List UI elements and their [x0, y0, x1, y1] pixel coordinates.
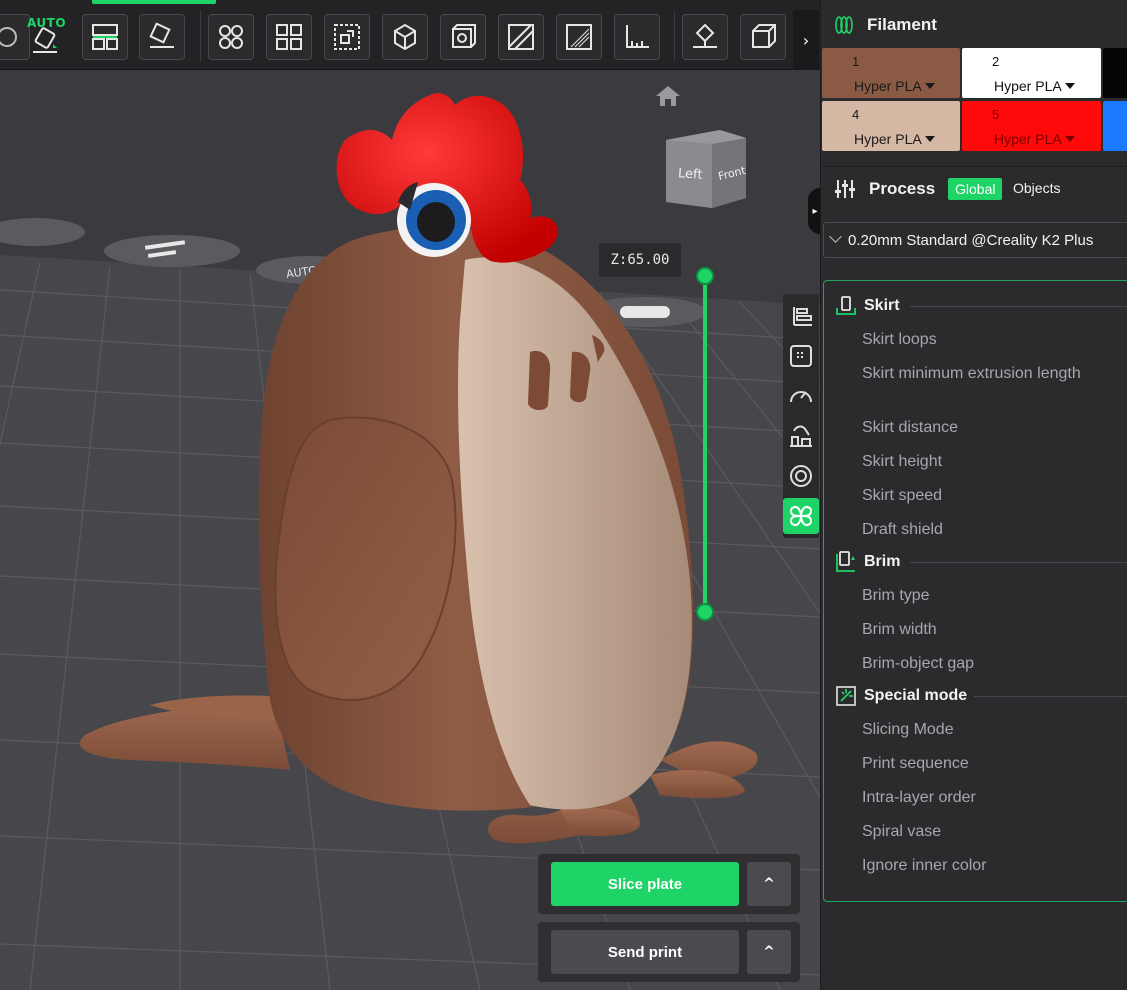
filament-slot-3[interactable]: [1103, 48, 1127, 98]
process-preset-label: 0.20mm Standard @Creality K2 Plus: [848, 231, 1094, 249]
emboss-icon[interactable]: [498, 14, 544, 60]
dropdown-arrow-icon: [1064, 136, 1075, 142]
support-icon[interactable]: [783, 418, 819, 454]
skirt-loops-label: Skirt loops: [862, 331, 937, 348]
top-toolbar: AUTO ›: [0, 0, 820, 70]
send-print-button[interactable]: Send print: [551, 930, 739, 974]
text-cube-icon[interactable]: [740, 14, 786, 60]
skirt-section-header: Skirt: [834, 293, 900, 319]
filament-title: Filament: [867, 15, 937, 34]
auto-orient-icon[interactable]: [22, 20, 68, 60]
process-header: Process Global Objects: [821, 166, 1127, 210]
filament-icon: [835, 16, 853, 34]
cube-left-label: Left: [677, 166, 702, 183]
brim-section-title: Brim: [864, 553, 901, 570]
filament-slot-name: Hyper PLA: [994, 78, 1062, 94]
others-icon[interactable]: [783, 498, 819, 534]
skirt-section-title: Skirt: [864, 297, 900, 314]
scale-box-icon[interactable]: [324, 14, 370, 60]
process-sliders-icon: [835, 180, 855, 198]
tab-global[interactable]: Global: [948, 178, 1003, 200]
brim-width-label: Brim width: [862, 621, 937, 638]
filament-slot-4[interactable]: 4 Hyper PLA: [822, 101, 960, 151]
filament-slot-5[interactable]: 5 Hyper PLA: [962, 101, 1101, 151]
send-options-button[interactable]: ^: [747, 930, 791, 974]
speed-icon[interactable]: [783, 378, 819, 414]
skirt-icon: [836, 296, 856, 315]
brim-icon: [836, 551, 855, 572]
home-view-icon[interactable]: [654, 84, 682, 108]
split-objects-icon[interactable]: [208, 14, 254, 60]
process-preset-dropdown[interactable]: 0.20mm Standard @Creality K2 Plus: [823, 222, 1127, 258]
view-cube[interactable]: Left Front: [660, 126, 752, 212]
dropdown-arrow-icon: [1064, 83, 1075, 89]
filament-slot-name: Hyper PLA: [994, 131, 1062, 147]
layer-slider-bottom-handle[interactable]: [696, 603, 714, 621]
special-mode-icon: [836, 686, 856, 706]
special-mode-section-header: Special mode: [834, 683, 967, 709]
draft-shield-label: Draft shield: [862, 521, 943, 538]
filament-slot-name: Hyper PLA: [854, 131, 922, 147]
skirt-speed-label: Skirt speed: [862, 487, 943, 504]
dropdown-arrow-icon: [924, 136, 935, 142]
section-divider: [910, 306, 1127, 307]
multimaterial-icon[interactable]: [783, 458, 819, 494]
3d-viewport[interactable]: AUTO Left Front Z:65.00 Slice plate ^ Se…: [0, 0, 820, 990]
seam-paint-icon[interactable]: [614, 14, 660, 60]
vertical-toolbar: [783, 294, 819, 538]
spiral-vase-label: Spiral vase: [862, 823, 942, 840]
strength-icon[interactable]: [783, 338, 819, 374]
filament-slot-number: 4: [852, 107, 860, 122]
intra-layer-order-label: Intra-layer order: [862, 789, 976, 806]
slicing-mode-label: Slicing Mode: [862, 721, 954, 738]
filament-slot-2[interactable]: 2 Hyper PLA: [962, 48, 1101, 98]
hollow-box-icon[interactable]: [440, 14, 486, 60]
support-paint-icon[interactable]: [556, 14, 602, 60]
filament-slot-name: Hyper PLA: [854, 78, 922, 94]
settings-list: Skirt Skirt loops Skirt minimum extrusio…: [823, 280, 1127, 902]
layer-slider-track[interactable]: [703, 276, 707, 613]
toolbar-expand-button[interactable]: ›: [793, 10, 819, 70]
print-sequence-label: Print sequence: [862, 755, 969, 772]
ignore-inner-color-label: Ignore inner color: [862, 857, 987, 874]
slice-options-button[interactable]: ^: [747, 862, 791, 906]
split-parts-icon[interactable]: [266, 14, 312, 60]
process-title: Process: [869, 179, 936, 198]
cut-icon[interactable]: [382, 14, 428, 60]
brim-section-header: Brim: [834, 549, 900, 575]
skirt-height-label: Skirt height: [862, 453, 943, 470]
special-mode-section-title: Special mode: [864, 687, 968, 704]
active-tab-indicator: [92, 0, 216, 4]
section-divider: [974, 696, 1127, 697]
settings-panel: Filament 1 Hyper PLA 2 Hyper PLA 4 Hyper…: [820, 0, 1127, 990]
dropdown-arrow-icon: [924, 83, 935, 89]
filament-slot-6[interactable]: [1103, 101, 1127, 151]
chevron-down-icon: [829, 230, 842, 243]
filament-slot-number: 1: [852, 54, 860, 69]
lay-on-face-icon[interactable]: [139, 14, 185, 60]
section-divider: [910, 562, 1127, 563]
slice-plate-button[interactable]: Slice plate: [551, 862, 739, 906]
color-paint-icon[interactable]: [682, 14, 728, 60]
brim-object-gap-label: Brim-object gap: [862, 655, 975, 672]
filament-slot-number: 5: [992, 107, 1000, 122]
tab-objects[interactable]: Objects: [1013, 180, 1060, 196]
layer-height-label: Z:65.00: [599, 243, 681, 277]
filament-slot-number: 2: [992, 54, 1000, 69]
filament-slot-1[interactable]: 1 Hyper PLA: [822, 48, 960, 98]
arrange-icon[interactable]: [82, 14, 128, 60]
filament-header: Filament: [821, 6, 1127, 44]
quality-icon[interactable]: [783, 298, 819, 334]
brim-type-label: Brim type: [862, 587, 930, 604]
layer-slider-top-handle[interactable]: [696, 267, 714, 285]
skirt-distance-label: Skirt distance: [862, 419, 959, 436]
skirt-min-extrusion-label: Skirt minimum extrusion length: [862, 365, 1081, 382]
